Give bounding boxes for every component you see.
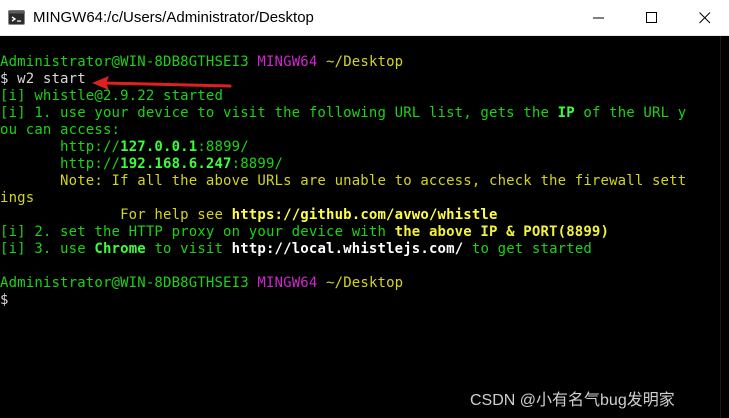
step1-text: [i] 1. use your device to visit the foll… — [0, 105, 558, 121]
step3-url[interactable]: http://local.whistlejs.com/ — [232, 241, 464, 257]
output-step3: [i] 3. use Chrome to visit http://local.… — [0, 241, 592, 258]
minimize-icon — [593, 17, 604, 19]
step1-ip: IP — [557, 105, 575, 121]
maximize-icon — [646, 12, 657, 23]
prompt-path: ~/Desktop — [326, 54, 404, 70]
help-line: For help see https://github.com/avwo/whi… — [0, 207, 498, 224]
window-titlebar: MINGW64:/c/Users/Administrator/Desktop — [0, 0, 729, 36]
step3-text: [i] 3. use — [0, 241, 95, 257]
prompt-env: MINGW64 — [257, 54, 318, 70]
red-arrow-annotation — [92, 76, 232, 90]
output-step1: [i] 1. use your device to visit the foll… — [0, 105, 686, 122]
step1-text-end: of the URL y — [574, 105, 687, 121]
close-button[interactable] — [680, 0, 729, 36]
note-line: Note: If all the above URLs are unable t… — [0, 173, 687, 189]
step2-text: [i] 2. set the HTTP proxy on your device… — [0, 224, 395, 240]
cursor-line: $ — [0, 292, 9, 308]
watermark: CSDN @小有名气bug发明家 — [470, 392, 675, 409]
url1-port: :8899/ — [197, 139, 249, 155]
close-icon — [699, 12, 711, 24]
step3-text2: to visit — [145, 241, 232, 257]
git-bash-icon — [8, 10, 25, 25]
minimize-button[interactable] — [574, 0, 624, 36]
prompt-user: Administrator@WIN-8DB8GTHSEI3 — [0, 54, 249, 70]
output-step2: [i] 2. set the HTTP proxy on your device… — [0, 224, 609, 241]
maximize-button[interactable] — [627, 0, 677, 36]
output-step1-wrap: ou can access: — [0, 122, 121, 138]
note-line-wrap: ings — [0, 190, 35, 206]
help-link[interactable]: https://github.com/avwo/whistle — [232, 207, 498, 223]
step2-highlight: the above IP & PORT(8899) — [394, 224, 610, 240]
url1-ip: 127.0.0.1 — [120, 139, 198, 155]
prompt-path: ~/Desktop — [326, 275, 404, 291]
prompt-env: MINGW64 — [257, 275, 318, 291]
command-line: $ w2 start — [0, 71, 86, 87]
url2-ip: 192.168.6.247 — [120, 156, 232, 172]
step3-text3: to get started — [463, 241, 592, 257]
url-lan: http://192.168.6.247:8899/ — [0, 156, 283, 173]
help-prefix: For help see — [0, 207, 232, 223]
scrollbar[interactable] — [720, 36, 729, 418]
url-localhost: http://127.0.0.1:8899/ — [0, 139, 249, 156]
prompt-line: Administrator@WIN-8DB8GTHSEI3 MINGW64 ~/… — [0, 54, 403, 71]
step3-chrome: Chrome — [94, 241, 146, 257]
url2-prefix: http:// — [0, 156, 121, 172]
url2-port: :8899/ — [231, 156, 284, 172]
url1-prefix: http:// — [0, 139, 121, 155]
prompt-user: Administrator@WIN-8DB8GTHSEI3 — [0, 275, 249, 291]
window-title: MINGW64:/c/Users/Administrator/Desktop — [33, 9, 314, 26]
prompt-line-2: Administrator@WIN-8DB8GTHSEI3 MINGW64 ~/… — [0, 275, 403, 292]
